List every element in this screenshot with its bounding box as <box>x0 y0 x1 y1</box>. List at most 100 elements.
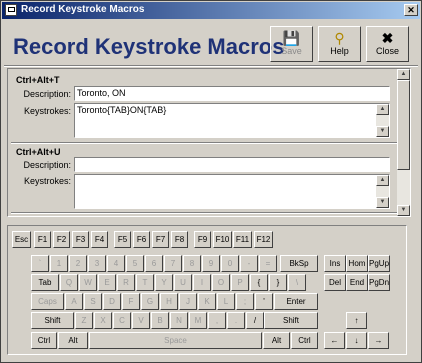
key-4[interactable]: 4 <box>107 255 125 272</box>
keystrokes-scrollbar[interactable]: ▲ ▼ <box>376 104 389 137</box>
key-pgdn[interactable]: PgDn <box>368 274 390 291</box>
key-u[interactable]: U <box>174 274 192 291</box>
key-period[interactable]: . <box>227 312 245 329</box>
key-f12[interactable]: F12 <box>254 231 273 248</box>
key-z[interactable]: Z <box>75 312 93 329</box>
key-f11[interactable]: F11 <box>233 231 252 248</box>
scroll-down-icon[interactable]: ▼ <box>376 197 389 208</box>
key-f9[interactable]: F9 <box>194 231 211 248</box>
help-button[interactable]: ⚲ Help <box>318 26 361 62</box>
key-7[interactable]: 7 <box>164 255 182 272</box>
scroll-down-icon[interactable]: ▼ <box>376 126 389 137</box>
key-lbrace[interactable]: { <box>250 274 268 291</box>
key-l[interactable]: L <box>217 293 235 310</box>
key-w[interactable]: W <box>79 274 97 291</box>
key-b[interactable]: B <box>151 312 169 329</box>
key-t[interactable]: T <box>136 274 154 291</box>
key-shift[interactable]: Shift <box>31 312 74 329</box>
keystrokes-scrollbar[interactable]: ▲ ▼ <box>376 175 389 208</box>
window-close-button[interactable]: ✕ <box>404 4 418 16</box>
macro-list[interactable]: Ctrl+Alt+T Description: Toronto, ON Keys… <box>7 68 411 217</box>
save-button[interactable]: 💾 Save <box>270 26 313 62</box>
scroll-up-icon[interactable]: ▲ <box>376 175 389 186</box>
key-3[interactable]: 3 <box>88 255 106 272</box>
key-g[interactable]: G <box>141 293 159 310</box>
scroll-thumb[interactable] <box>397 80 410 170</box>
key-hom[interactable]: Hom <box>346 255 368 272</box>
key-minus[interactable]: - <box>240 255 258 272</box>
key-f5[interactable]: F5 <box>114 231 131 248</box>
key-k[interactable]: K <box>198 293 216 310</box>
key-f3[interactable]: F3 <box>72 231 89 248</box>
key-d[interactable]: D <box>103 293 121 310</box>
key-enter[interactable]: Enter <box>274 293 318 310</box>
keystrokes-field[interactable]: Toronto{TAB}ON{TAB} ▲ ▼ <box>74 103 390 138</box>
key-del[interactable]: Del <box>324 274 346 291</box>
keystrokes-field[interactable]: ▲ ▼ <box>74 174 390 209</box>
key-v[interactable]: V <box>132 312 150 329</box>
key-alt[interactable]: Alt <box>58 332 88 349</box>
key-key[interactable]: ← <box>324 332 345 349</box>
key-f10[interactable]: F10 <box>213 231 232 248</box>
key-key[interactable]: ↓ <box>346 332 367 349</box>
key-n[interactable]: N <box>170 312 188 329</box>
key-x[interactable]: X <box>94 312 112 329</box>
key-f2[interactable]: F2 <box>53 231 70 248</box>
key-8[interactable]: 8 <box>183 255 201 272</box>
key-backtick[interactable]: ` <box>31 255 49 272</box>
macro-list-scrollbar[interactable]: ▲ ▼ <box>397 69 410 216</box>
key-bksp[interactable]: BkSp <box>280 255 318 272</box>
scroll-down-icon[interactable]: ▼ <box>397 205 410 216</box>
key-j[interactable]: J <box>179 293 197 310</box>
key-f7[interactable]: F7 <box>152 231 169 248</box>
scroll-up-icon[interactable]: ▲ <box>397 69 410 80</box>
key-ctrl[interactable]: Ctrl <box>291 332 318 349</box>
key-e[interactable]: E <box>98 274 116 291</box>
key-rbrace[interactable]: } <box>269 274 287 291</box>
key-backslash[interactable]: \ <box>288 274 306 291</box>
key-5[interactable]: 5 <box>126 255 144 272</box>
key-1[interactable]: 1 <box>50 255 68 272</box>
key-0[interactable]: 0 <box>221 255 239 272</box>
key-q[interactable]: Q <box>60 274 78 291</box>
key-s[interactable]: S <box>84 293 102 310</box>
key-f4[interactable]: F4 <box>91 231 108 248</box>
key-end[interactable]: End <box>346 274 368 291</box>
key-quote[interactable]: ' <box>255 293 273 310</box>
key-p[interactable]: P <box>231 274 249 291</box>
key-2[interactable]: 2 <box>69 255 87 272</box>
key-f1[interactable]: F1 <box>34 231 51 248</box>
key-alt[interactable]: Alt <box>263 332 290 349</box>
scroll-up-icon[interactable]: ▲ <box>376 104 389 115</box>
key-comma[interactable]: , <box>208 312 226 329</box>
key-f[interactable]: F <box>122 293 140 310</box>
key-f8[interactable]: F8 <box>171 231 188 248</box>
key-a[interactable]: A <box>65 293 83 310</box>
key-h[interactable]: H <box>160 293 178 310</box>
key-9[interactable]: 9 <box>202 255 220 272</box>
key-m[interactable]: M <box>189 312 207 329</box>
key-ins[interactable]: Ins <box>324 255 346 272</box>
key-key[interactable]: → <box>368 332 389 349</box>
key-space[interactable]: Space <box>89 332 262 349</box>
key-key[interactable]: ↑ <box>346 312 367 329</box>
key-semicolon[interactable]: ; <box>236 293 254 310</box>
key-shift[interactable]: Shift <box>264 312 318 329</box>
key-slash[interactable]: / <box>246 312 264 329</box>
key-equals[interactable]: = <box>259 255 277 272</box>
key-tab[interactable]: Tab <box>31 274 59 291</box>
key-o[interactable]: O <box>212 274 230 291</box>
key-i[interactable]: I <box>193 274 211 291</box>
description-field[interactable]: Toronto, ON <box>74 86 390 101</box>
description-field[interactable] <box>74 157 390 172</box>
key-esc[interactable]: Esc <box>12 231 31 248</box>
key-caps[interactable]: Caps <box>31 293 64 310</box>
key-c[interactable]: C <box>113 312 131 329</box>
key-6[interactable]: 6 <box>145 255 163 272</box>
key-pgup[interactable]: PgUp <box>368 255 390 272</box>
key-r[interactable]: R <box>117 274 135 291</box>
key-ctrl[interactable]: Ctrl <box>31 332 57 349</box>
key-f6[interactable]: F6 <box>133 231 150 248</box>
close-button[interactable]: ✖ Close <box>366 26 409 62</box>
key-y[interactable]: Y <box>155 274 173 291</box>
